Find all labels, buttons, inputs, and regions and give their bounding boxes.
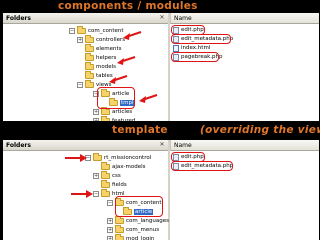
tree-item-label: articles	[112, 108, 133, 115]
name-column-header[interactable]: Name	[170, 13, 319, 24]
arrow-icon	[109, 75, 128, 84]
folder-icon	[85, 61, 94, 70]
tree-item-label: helpers	[96, 54, 117, 61]
pane-divider[interactable]	[168, 140, 170, 240]
expand-icon[interactable]: +	[93, 172, 99, 179]
folder-icon	[85, 52, 94, 61]
folder-open-icon	[85, 79, 94, 88]
file-name: index.html	[181, 45, 211, 51]
arrow-icon	[139, 94, 158, 103]
tree-item-rt-missioncontrol[interactable]: − rt_missioncontrol	[85, 152, 152, 162]
expand-icon[interactable]: +	[93, 108, 99, 115]
expand-icon[interactable]: +	[77, 36, 83, 43]
tree-item-label: rt_missioncontrol	[104, 154, 152, 161]
bottom-explorer-panel: Folders ✕ Name − rt_missioncontrol ajax-…	[3, 140, 319, 240]
folder-open-icon	[93, 152, 102, 161]
expand-icon[interactable]: +	[93, 117, 99, 121]
expand-icon[interactable]: +	[107, 226, 113, 233]
collapse-icon[interactable]: −	[107, 199, 113, 206]
tree-item-label: models	[96, 63, 116, 70]
tree-item-label: fields	[112, 181, 127, 188]
folder-open-icon	[77, 25, 86, 34]
tree-item-label: elements	[96, 45, 122, 52]
arrow-icon	[65, 154, 87, 162]
tree-item-label: ajax-models	[112, 163, 146, 170]
expand-icon[interactable]: +	[107, 235, 113, 240]
highlight-ring	[115, 196, 163, 217]
tree-item-featured[interactable]: + featured	[93, 115, 136, 122]
file-item-index[interactable]: index.html	[173, 44, 210, 52]
collapse-icon[interactable]: −	[69, 27, 75, 34]
arrow-icon	[71, 190, 93, 198]
collapse-icon[interactable]: −	[77, 81, 83, 88]
folder-icon	[101, 179, 110, 188]
close-icon[interactable]: ✕	[159, 15, 165, 21]
expand-icon[interactable]: +	[107, 217, 113, 224]
name-column-header[interactable]: Name	[170, 140, 319, 151]
folder-icon	[101, 106, 110, 115]
pane-divider[interactable]	[168, 13, 170, 121]
tree-item-mod-login[interactable]: + mod_login	[107, 233, 155, 240]
folder-icon	[85, 70, 94, 79]
highlight-ring	[171, 52, 219, 62]
tree-item-label: mod_login	[126, 235, 155, 240]
folder-icon	[115, 233, 124, 240]
tree-item-label: com_menus	[126, 226, 160, 233]
arrow-icon	[123, 31, 142, 40]
tree-item-label: css	[112, 172, 121, 179]
folder-icon	[115, 215, 124, 224]
slide-title-template: template	[112, 124, 168, 136]
folder-icon	[101, 115, 110, 121]
highlight-ring	[171, 161, 233, 171]
highlight-ring	[97, 87, 135, 109]
slide-title-overriding-view: (overriding the view)	[200, 124, 320, 136]
tree-item-label: com_content	[88, 27, 124, 34]
tree-item-com-content[interactable]: − com_content	[69, 25, 124, 35]
folder-icon	[85, 43, 94, 52]
arrow-icon	[117, 56, 136, 65]
tree-item-label: featured	[112, 117, 136, 122]
slide-title-components-modules: components / modules	[58, 0, 198, 12]
folder-icon	[101, 170, 110, 179]
tree-item-ajax-models[interactable]: ajax-models	[101, 161, 146, 171]
folder-icon	[85, 34, 94, 43]
highlight-ring	[171, 34, 231, 44]
tree-item-label: com_languages	[126, 217, 169, 224]
top-explorer-panel: Folders ✕ Name − com_content + controlle…	[3, 13, 319, 121]
folders-pane-header: Folders	[3, 13, 168, 24]
folder-icon	[101, 161, 110, 170]
close-icon[interactable]: ✕	[159, 142, 165, 148]
folders-pane-header: Folders	[3, 140, 168, 151]
folder-icon	[115, 224, 124, 233]
folder-open-icon	[101, 188, 110, 197]
html-file-icon	[173, 44, 179, 52]
